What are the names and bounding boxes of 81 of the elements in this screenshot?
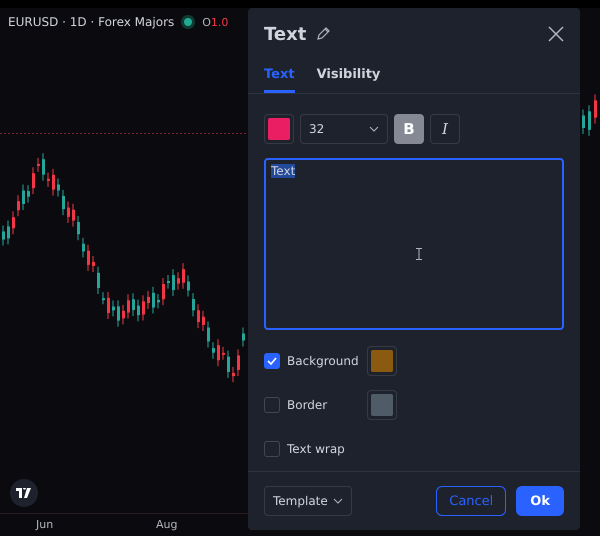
candle — [187, 275, 190, 297]
candle — [207, 321, 210, 348]
candle — [7, 220, 10, 245]
bold-button[interactable]: B — [394, 114, 424, 144]
close-button[interactable] — [548, 26, 564, 42]
candle — [37, 157, 40, 172]
option-label: Text wrap — [287, 442, 346, 456]
axis-label: Jun — [36, 518, 54, 531]
option-label: Border — [287, 398, 328, 412]
candle — [142, 294, 145, 321]
candle — [107, 291, 110, 320]
pencil-icon[interactable] — [316, 27, 330, 41]
candle — [22, 184, 25, 210]
candle — [77, 216, 80, 241]
font-size-dropdown[interactable]: 32 — [300, 114, 388, 144]
checkmark-icon — [267, 357, 277, 365]
tab[interactable]: Visibility — [316, 52, 380, 93]
candle — [212, 342, 215, 360]
candle — [242, 327, 245, 347]
status-dot — [184, 18, 192, 26]
candle — [92, 255, 95, 272]
candle — [162, 277, 165, 306]
candle — [82, 237, 85, 258]
candle — [594, 94, 597, 124]
template-dropdown[interactable]: Template — [264, 486, 352, 516]
candle — [232, 366, 235, 383]
candle — [102, 292, 105, 305]
candle — [137, 299, 140, 322]
candle — [67, 201, 70, 224]
checkbox[interactable] — [264, 353, 280, 369]
candle — [147, 290, 150, 310]
candle — [227, 350, 230, 378]
ok-button[interactable]: Ok — [516, 486, 564, 516]
checkbox[interactable] — [264, 441, 280, 457]
candle — [42, 152, 45, 182]
candle — [27, 184, 30, 204]
cancel-button[interactable]: Cancel — [436, 486, 506, 516]
candle — [122, 304, 125, 325]
candle — [52, 168, 55, 196]
open-label: O — [202, 16, 211, 28]
candle — [237, 348, 240, 376]
candle — [32, 166, 35, 195]
checkbox[interactable] — [264, 397, 280, 413]
candle — [62, 189, 65, 216]
candle — [132, 292, 135, 316]
candle — [582, 109, 585, 134]
candle — [217, 338, 220, 367]
candle — [97, 266, 100, 294]
candle — [2, 224, 5, 246]
candle — [202, 310, 205, 332]
dialog-title: Text — [264, 24, 306, 44]
chevron-down-icon — [369, 126, 379, 132]
candle — [57, 178, 60, 197]
chevron-down-icon — [333, 498, 343, 504]
tab[interactable]: Text — [264, 52, 295, 93]
italic-button[interactable]: I — [430, 114, 460, 144]
candle — [72, 203, 75, 228]
candle — [47, 172, 50, 188]
text-input-field[interactable]: Text — [264, 158, 564, 330]
candle — [117, 300, 120, 328]
option-label: Background — [287, 354, 360, 368]
candle — [12, 210, 15, 235]
axis-label: Aug — [156, 518, 178, 531]
candle — [172, 268, 175, 297]
candle — [157, 293, 160, 309]
text-cursor-icon — [416, 248, 422, 260]
candle — [17, 194, 20, 217]
candle — [222, 346, 225, 360]
candle — [152, 286, 155, 314]
symbol-title: EURUSD · 1D · Forex Majors — [8, 15, 174, 29]
candle — [197, 304, 200, 329]
candle — [182, 262, 185, 290]
candle — [87, 244, 90, 272]
candle — [588, 104, 591, 136]
candle — [192, 292, 195, 317]
open-value: 1.0 — [210, 16, 228, 28]
candle — [177, 272, 180, 290]
candle — [127, 294, 130, 320]
candle — [167, 274, 170, 290]
logo-icon[interactable] — [10, 479, 38, 507]
candle — [112, 300, 115, 317]
